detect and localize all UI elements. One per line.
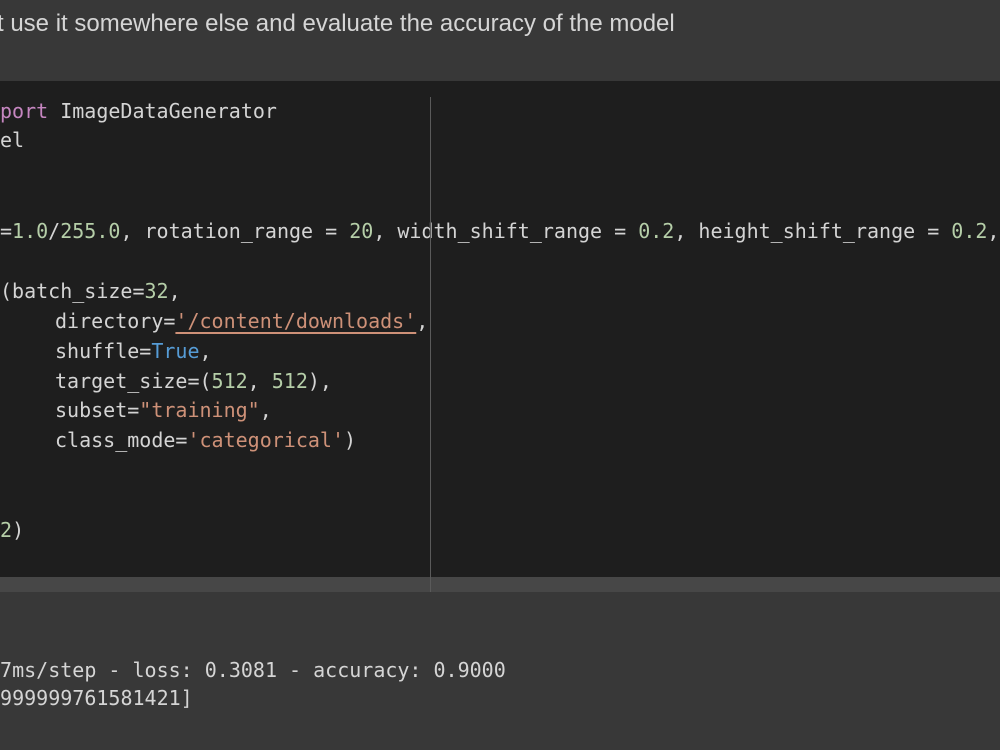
number-token: 512: [271, 369, 308, 393]
boolean-token: True: [151, 339, 200, 363]
code-token: ),: [307, 369, 332, 393]
output-line-1: 57ms/step - loss: 0.3081 - accuracy: 0.9…: [0, 658, 506, 682]
code-token: subset=: [55, 398, 140, 422]
code-token: ,: [247, 369, 272, 393]
code-line-4: (batch_size=32,: [0, 277, 181, 305]
number-token: 32: [0, 518, 13, 542]
string-token: "training": [139, 398, 260, 422]
code-token: ,: [416, 309, 429, 333]
code-line-1: port ImageDataGenerator: [0, 97, 277, 125]
notebook-page: t use it somewhere else and evaluate the…: [0, 0, 1000, 750]
code-token: ,: [987, 219, 1000, 243]
code-token: ,: [168, 279, 181, 303]
code-token: , rotation_range =: [120, 219, 350, 243]
cell-footer-bar: [0, 577, 1000, 592]
number-token: 0.2: [951, 219, 988, 243]
code-token: /: [48, 219, 61, 243]
code-token: target_size=(: [55, 369, 212, 393]
code-editor[interactable]: port ImageDataGenerator el =1.0/255.0, r…: [0, 81, 999, 542]
code-line-10: 32): [0, 516, 24, 544]
number-token: 512: [211, 369, 248, 393]
code-token: ,: [259, 398, 272, 422]
code-token: ): [12, 518, 25, 542]
code-line-2: el: [0, 126, 24, 154]
code-token: (batch_size=: [0, 279, 145, 303]
code-token: el: [0, 128, 25, 152]
code-line-3: =1.0/255.0, rotation_range = 20, width_s…: [0, 217, 999, 245]
keyword-token: port: [0, 99, 49, 123]
code-token: ImageDataGenerator: [48, 99, 277, 123]
code-line-6: shuffle=True,: [55, 337, 212, 365]
code-token: directory=: [55, 309, 176, 333]
string-token: 'categorical': [187, 428, 344, 452]
number-token: 32: [144, 279, 169, 303]
code-token: =: [0, 219, 13, 243]
code-token: shuffle=: [55, 339, 152, 363]
code-cell[interactable]: port ImageDataGenerator el =1.0/255.0, r…: [0, 81, 1000, 577]
code-token: ): [344, 428, 357, 452]
number-token: 255.0: [60, 219, 121, 243]
code-token: , height_shift_range =: [674, 219, 952, 243]
code-line-9: class_mode='categorical'): [55, 426, 356, 454]
code-line-5: directory='/content/downloads',: [55, 307, 428, 335]
number-token: 0.2: [638, 219, 675, 243]
markdown-text: t use it somewhere else and evaluate the…: [0, 10, 675, 37]
code-token: ,: [199, 339, 212, 363]
code-line-8: subset="training",: [55, 396, 272, 424]
code-token: , width_shift_range =: [373, 219, 639, 243]
output-area: 57ms/step - loss: 0.3081 - accuracy: 0.9…: [0, 592, 1000, 750]
output-line-2: 3999999761581421]: [0, 686, 193, 710]
number-token: 1.0: [12, 219, 49, 243]
markdown-cell[interactable]: t use it somewhere else and evaluate the…: [0, 0, 1000, 80]
editor-ruler-line: [430, 97, 431, 592]
code-token: class_mode=: [55, 428, 188, 452]
number-token: 20: [349, 219, 374, 243]
string-token[interactable]: '/content/downloads': [175, 309, 416, 333]
code-line-7: target_size=(512, 512),: [55, 367, 332, 395]
